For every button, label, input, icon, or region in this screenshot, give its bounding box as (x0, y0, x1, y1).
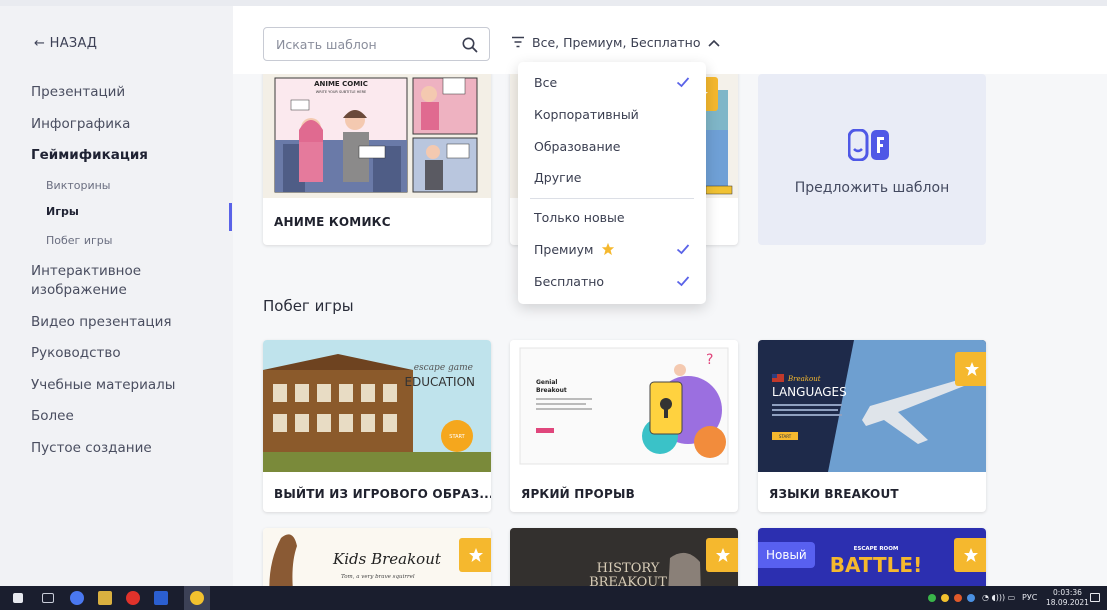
sidebar-item-guide[interactable]: Руководство (31, 345, 121, 361)
sidebar-item-interactive-image-line2[interactable]: изображение (31, 282, 127, 298)
sidebar-item-presentations[interactable]: Презентаций (31, 84, 125, 100)
filter-option-all[interactable]: Все (534, 75, 557, 90)
sidebar-subitem-games[interactable]: Игры (46, 205, 79, 218)
history-breakout-thumbnail: HISTORY BREAKOUT (510, 528, 738, 586)
anime-comic-thumbnail: ANIME COMIC WRITE YOUR SUBTITLE HERE (263, 74, 491, 198)
start-button-label: START (449, 434, 465, 440)
suggest-template-icon (848, 129, 889, 161)
filter-option-premium[interactable]: Премиум (534, 242, 615, 257)
escape-education-thumbnail: START escape game EDUCATION (263, 340, 491, 472)
search-icon[interactable] (461, 36, 479, 54)
chevron-up-icon[interactable] (707, 38, 721, 48)
template-card-genial-breakout[interactable]: Genial Breakout ? ЯРКИЙ ПРОРЫВ (510, 340, 738, 512)
premium-star-icon (459, 538, 491, 572)
tray-icon[interactable] (941, 594, 949, 602)
template-card-escape-room-battle[interactable]: ESCAPE ROOM BATTLE! Новый (758, 528, 986, 586)
battle-caption: BATTLE! (830, 553, 922, 577)
filter-option-free[interactable]: Бесплатно (534, 274, 604, 289)
languages-breakout-thumbnail: Breakout LANGUAGES START (758, 340, 986, 472)
sidebar-subitem-quizzes[interactable]: Викторины (46, 179, 111, 192)
star-icon (602, 242, 615, 256)
tray-icon[interactable] (954, 594, 962, 602)
sidebar-item-video-presentation[interactable]: Видео презентация (31, 314, 171, 330)
kids-breakout-thumbnail: Kids Breakout Tom, a very brave squirrel (263, 528, 491, 586)
template-card-title: ЯЗЫКИ BREAKOUT (769, 487, 899, 501)
app-window: ← НАЗАД Презентаций Инфографика Геймифик… (0, 0, 1107, 610)
template-card-title: АНИМЕ КОМИКС (274, 215, 391, 229)
languages-caption: LANGUAGES (772, 385, 847, 399)
svg-text:?: ? (706, 352, 713, 368)
anime-comic-subheading: WRITE YOUR SUBTITLE HERE (316, 90, 366, 94)
suggest-template-label: Предложить шаблон (794, 180, 950, 196)
dropdown-divider (530, 198, 694, 199)
sidebar-item-more[interactable]: Более (31, 408, 74, 424)
start-button-label: START (779, 434, 792, 439)
new-badge: Новый (758, 542, 815, 568)
filter-icon[interactable] (511, 36, 525, 48)
check-icon (676, 77, 690, 88)
filter-option-education[interactable]: Образование (534, 139, 620, 154)
genial-breakout-thumbnail: Genial Breakout ? (510, 340, 738, 472)
clock-date: 18.09.2021 (1046, 598, 1089, 607)
filter-option-only-new[interactable]: Только новые (534, 210, 625, 225)
app-icon[interactable] (154, 591, 168, 605)
check-icon (676, 276, 690, 287)
section-title-escape-games: Побег игры (263, 297, 354, 315)
notifications-icon[interactable] (1090, 593, 1100, 602)
keyboard-language[interactable]: РУС (1022, 593, 1037, 602)
breakout-caption: Breakout (787, 375, 821, 383)
template-card-title: ЯРКИЙ ПРОРЫВ (521, 487, 635, 501)
template-card-kids-breakout[interactable]: Kids Breakout Tom, a very brave squirrel (263, 528, 491, 586)
sidebar-item-gamification[interactable]: Геймификация (31, 147, 148, 163)
filter-option-other[interactable]: Другие (534, 170, 581, 185)
anime-comic-heading: ANIME COMIC (314, 80, 368, 88)
start-menu-icon[interactable] (13, 593, 23, 603)
history-caption: HISTORY (597, 561, 660, 576)
task-view-icon[interactable] (42, 593, 54, 603)
clock-time: 0:03:36 (1053, 588, 1082, 597)
filter-option-corporate[interactable]: Корпоративный (534, 107, 639, 122)
template-card-anime-comic[interactable]: ANIME COMIC WRITE YOUR SUBTITLE HERE АНИ… (263, 74, 491, 245)
premium-star-icon (955, 352, 986, 386)
check-icon (676, 244, 690, 255)
active-indicator (229, 203, 232, 231)
clock[interactable]: 0:03:36 18.09.2021 (1046, 588, 1089, 608)
breakout-caption: BREAKOUT (589, 575, 667, 586)
escape-game-caption: escape game (414, 363, 473, 373)
premium-star-icon (706, 538, 738, 572)
sidebar-item-blank-creation[interactable]: Пустое создание (31, 440, 152, 456)
education-caption: EDUCATION (404, 375, 475, 389)
suggest-template-card[interactable]: Предложить шаблон (758, 74, 986, 245)
sidebar-subitem-escape-games[interactable]: Побег игры (46, 234, 112, 247)
template-card-languages-breakout[interactable]: Breakout LANGUAGES START ЯЗЫКИ BREAKOUT (758, 340, 986, 512)
search-input[interactable]: Искать шаблон (263, 27, 490, 61)
kids-breakout-caption: Kids Breakout (332, 550, 442, 568)
kids-breakout-subcaption: Tom, a very brave squirrel (341, 574, 415, 580)
template-card-escape-education[interactable]: START escape game EDUCATION ВЫЙТИ ИЗ ИГР… (263, 340, 491, 512)
opera-browser-icon[interactable] (126, 591, 140, 605)
escape-room-caption: ESCAPE ROOM (854, 546, 899, 552)
assistant-icon[interactable] (70, 591, 84, 605)
sidebar-item-learning-materials[interactable]: Учебные материалы (31, 377, 175, 393)
template-card-title: ВЫЙТИ ИЗ ИГРОВОГО ОБРАЗ... (274, 487, 491, 501)
os-taskbar: ◔ ◖))) ▭ РУС 0:03:36 18.09.2021 (0, 586, 1107, 610)
genial-caption: Genial (536, 379, 557, 386)
breakout-caption: Breakout (536, 387, 567, 394)
search-placeholder: Искать шаблон (276, 37, 377, 52)
filter-option-premium-label: Премиум (534, 242, 594, 257)
file-explorer-icon[interactable] (98, 591, 112, 605)
tray-icon[interactable] (928, 594, 936, 602)
premium-star-icon (954, 538, 986, 572)
sidebar-item-infographics[interactable]: Инфографика (31, 116, 130, 132)
filter-dropdown-menu: Все Корпоративный Образование Другие Тол… (518, 62, 706, 304)
back-button[interactable]: ← НАЗАД (34, 36, 97, 51)
yandex-browser-tab[interactable] (184, 586, 210, 610)
sidebar: ← НАЗАД Презентаций Инфографика Геймифик… (0, 6, 233, 586)
tray-network-volume-icons[interactable]: ◔ ◖))) ▭ (982, 593, 1015, 602)
filter-dropdown-label[interactable]: Все, Премиум, Бесплатно (532, 35, 701, 50)
template-card-history-breakout[interactable]: HISTORY BREAKOUT (510, 528, 738, 586)
yandex-browser-icon (190, 591, 204, 605)
tray-icon[interactable] (967, 594, 975, 602)
sidebar-item-interactive-image[interactable]: Интерактивное (31, 263, 141, 279)
